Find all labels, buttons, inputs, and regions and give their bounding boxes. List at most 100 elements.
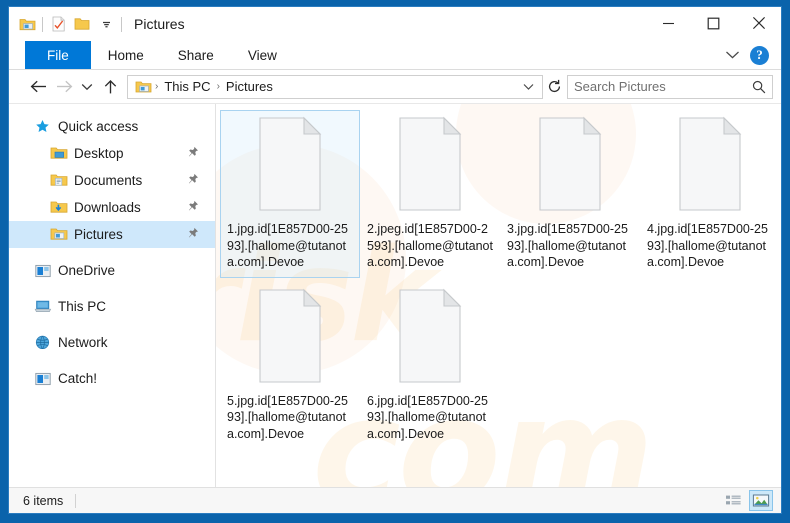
quick-access-toolbar (9, 7, 125, 41)
blank-file-icon (391, 115, 469, 213)
navigation-pane: Quick access Desktop Documents Downloads… (9, 104, 215, 487)
this-pc-icon (33, 298, 52, 315)
chevron-down-icon[interactable] (725, 50, 740, 60)
sidebar-item-documents[interactable]: Documents (9, 167, 215, 194)
sidebar-label: Documents (74, 173, 143, 188)
up-button[interactable] (97, 74, 123, 100)
blank-file-icon (531, 115, 609, 213)
large-icons-view-icon[interactable] (749, 490, 773, 511)
network-icon (33, 334, 52, 351)
status-bar: 6 items (9, 487, 781, 513)
address-dropdown-icon[interactable] (518, 75, 538, 99)
toolbar-separator-1 (42, 16, 43, 32)
file-item[interactable]: 2.jpeg.id[1E857D00-2593].[hallome@tutano… (360, 110, 500, 278)
sidebar-label: Desktop (74, 146, 124, 161)
sidebar-label: Network (58, 335, 108, 350)
documents-folder-icon (49, 172, 68, 189)
file-name: 6.jpg.id[1E857D00-2593].[hallome@tutanot… (367, 393, 488, 441)
sidebar-label: Catch! (58, 371, 98, 386)
window-title: Pictures (134, 16, 185, 32)
sidebar-label: Downloads (74, 200, 141, 215)
search-box[interactable] (567, 74, 773, 99)
tab-share[interactable]: Share (161, 41, 231, 69)
pictures-folder-icon (135, 80, 152, 94)
maximize-button[interactable] (691, 7, 736, 39)
desktop-background: Pictures File Home Share View ? › This P… (0, 0, 790, 523)
sidebar-label: OneDrive (58, 263, 116, 278)
tab-view[interactable]: View (231, 41, 294, 69)
close-button[interactable] (736, 7, 781, 39)
checklist-icon[interactable] (46, 12, 70, 36)
minimize-button[interactable] (646, 7, 691, 39)
sidebar-label: This PC (58, 299, 107, 314)
folder-icon[interactable] (70, 12, 94, 36)
sidebar-item-onedrive[interactable]: OneDrive (9, 257, 215, 284)
blank-file-icon (251, 115, 329, 213)
file-item[interactable]: 4.jpg.id[1E857D00-2593].[hallome@tutanot… (640, 110, 780, 278)
address-bar-row: › This PC › Pictures (9, 70, 781, 103)
file-item[interactable]: 3.jpg.id[1E857D00-2593].[hallome@tutanot… (500, 110, 640, 278)
star-icon (33, 118, 52, 135)
sidebar-item-pictures[interactable]: Pictures (9, 221, 215, 248)
pin-icon[interactable] (187, 227, 199, 242)
item-count-label: 6 items (23, 493, 64, 508)
blank-file-icon (391, 287, 469, 385)
ribbon-actions: ? (725, 41, 773, 69)
file-grid: 1.jpg.id[1E857D00-2593].[hallome@tutanot… (216, 104, 781, 453)
toolbar-separator-2 (121, 16, 122, 32)
view-toggle-group (721, 490, 773, 511)
pin-icon[interactable] (187, 146, 199, 161)
back-button[interactable] (25, 74, 51, 100)
sidebar-item-quick-access[interactable]: Quick access (9, 113, 215, 140)
file-item[interactable]: 5.jpg.id[1E857D00-2593].[hallome@tutanot… (220, 282, 360, 450)
search-icon[interactable] (752, 80, 766, 94)
recent-locations-button[interactable] (77, 74, 97, 100)
address-bar[interactable]: › This PC › Pictures (127, 74, 543, 99)
sidebar-item-catch[interactable]: Catch! (9, 365, 215, 392)
file-name: 4.jpg.id[1E857D00-2593].[hallome@tutanot… (647, 222, 768, 269)
ribbon-tab-strip: File Home Share View ? (9, 41, 781, 70)
customize-chevron-icon[interactable] (94, 12, 118, 36)
downloads-folder-icon (49, 199, 68, 216)
tab-file[interactable]: File (25, 41, 91, 69)
sidebar-label: Pictures (74, 227, 123, 242)
file-item[interactable]: 1.jpg.id[1E857D00-2593].[hallome@tutanot… (220, 110, 360, 278)
breadcrumb-this-pc[interactable]: This PC (159, 79, 215, 94)
tab-home[interactable]: Home (91, 41, 161, 69)
pin-icon[interactable] (187, 173, 199, 188)
file-name: 1.jpg.id[1E857D00-2593].[hallome@tutanot… (227, 222, 348, 269)
window-controls (646, 7, 781, 39)
forward-button[interactable] (51, 74, 77, 100)
window-body: Quick access Desktop Documents Downloads… (9, 103, 781, 487)
sidebar-label: Quick access (58, 119, 139, 134)
catch-drive-icon (33, 370, 52, 387)
sidebar-item-desktop[interactable]: Desktop (9, 140, 215, 167)
sidebar-item-downloads[interactable]: Downloads (9, 194, 215, 221)
file-name: 2.jpeg.id[1E857D00-2593].[hallome@tutano… (367, 222, 493, 269)
onedrive-icon (33, 262, 52, 279)
sidebar-item-this-pc[interactable]: This PC (9, 293, 215, 320)
title-bar: Pictures (9, 7, 781, 41)
file-name: 5.jpg.id[1E857D00-2593].[hallome@tutanot… (227, 393, 348, 441)
search-input[interactable] (574, 79, 752, 94)
file-explorer-window: Pictures File Home Share View ? › This P… (8, 6, 782, 514)
breadcrumb-pictures[interactable]: Pictures (221, 79, 278, 94)
folder-properties-icon[interactable] (15, 12, 39, 36)
status-separator (75, 493, 77, 508)
refresh-button[interactable] (543, 75, 565, 99)
file-item[interactable]: 6.jpg.id[1E857D00-2593].[hallome@tutanot… (360, 282, 500, 450)
file-name: 3.jpg.id[1E857D00-2593].[hallome@tutanot… (507, 222, 628, 269)
blank-file-icon (671, 115, 749, 213)
desktop-folder-icon (49, 145, 68, 162)
pictures-folder-icon (49, 226, 68, 243)
help-icon[interactable]: ? (750, 45, 769, 65)
details-view-icon[interactable] (721, 490, 745, 511)
pin-icon[interactable] (187, 200, 199, 215)
blank-file-icon (251, 287, 329, 385)
file-list-pane[interactable]: risk com 1.jpg.id[1E857D00-2593].[hallom… (215, 104, 781, 487)
sidebar-item-network[interactable]: Network (9, 329, 215, 356)
